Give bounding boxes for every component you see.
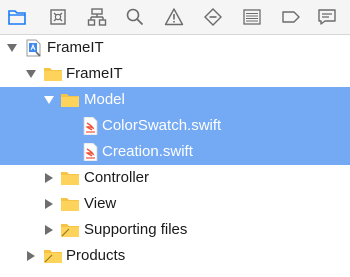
report-navigator-button[interactable] [316, 6, 338, 28]
swift-file-icon [80, 117, 100, 135]
disclosure-expanded-icon[interactable] [44, 95, 54, 105]
tree-row-label: FrameIT [66, 65, 123, 82]
group-folder-icon [60, 221, 80, 239]
disclosure-expanded-icon[interactable] [7, 43, 17, 53]
folder-icon [60, 195, 80, 213]
xcode-project-icon [24, 39, 44, 57]
swift-file-icon [80, 143, 100, 161]
navigator-toolbar [0, 0, 350, 35]
folder-icon [60, 91, 80, 109]
search-icon [126, 8, 144, 26]
tree-row-label: Creation.swift [102, 143, 193, 160]
tree-row-folder[interactable]: Products [0, 243, 350, 269]
diamond-minus-icon [204, 8, 222, 26]
square-x-icon [50, 9, 66, 25]
tree-row-label: View [84, 195, 117, 212]
tree-row-file[interactable]: Creation.swift [0, 139, 350, 165]
tree-row-label: Model [84, 91, 125, 108]
tree-row-label: ColorSwatch.swift [102, 117, 222, 134]
project-navigator-button[interactable] [6, 6, 28, 28]
tree-row-project[interactable]: FrameIT [0, 35, 350, 61]
tag-icon [282, 11, 300, 23]
source-control-navigator-button[interactable] [47, 6, 69, 28]
disclosure-collapsed-icon[interactable] [26, 251, 36, 261]
debug-navigator-button[interactable] [241, 6, 263, 28]
tree-row-label: Supporting files [84, 221, 188, 238]
disclosure-collapsed-icon[interactable] [44, 173, 54, 183]
tree-row-label: Products [66, 247, 126, 264]
disclosure-expanded-icon[interactable] [26, 69, 36, 79]
tree-row-folder[interactable]: Model [0, 87, 350, 113]
symbol-navigator-button[interactable] [86, 6, 108, 28]
tree-row-folder[interactable]: View [0, 191, 350, 217]
warning-icon [164, 8, 184, 26]
folder-icon [60, 169, 80, 187]
group-folder-icon [43, 247, 63, 265]
disclosure-collapsed-icon[interactable] [44, 225, 54, 235]
tree-row-label: FrameIT [47, 39, 104, 56]
tree-row-file[interactable]: ColorSwatch.swift [0, 113, 350, 139]
find-navigator-button[interactable] [124, 6, 146, 28]
test-navigator-button[interactable] [202, 6, 224, 28]
tree-row-folder[interactable]: FrameIT [0, 61, 350, 87]
issue-navigator-button[interactable] [163, 6, 185, 28]
folder-icon [43, 65, 63, 83]
list-lines-icon [243, 9, 261, 25]
folder-icon [8, 10, 26, 25]
breakpoint-navigator-button[interactable] [280, 6, 302, 28]
hierarchy-icon [87, 8, 107, 26]
tree-row-folder[interactable]: Supporting files [0, 217, 350, 243]
disclosure-collapsed-icon[interactable] [44, 199, 54, 209]
tree-row-folder[interactable]: Controller [0, 165, 350, 191]
tree-row-label: Controller [84, 169, 150, 186]
chat-bubble-icon [318, 9, 336, 25]
